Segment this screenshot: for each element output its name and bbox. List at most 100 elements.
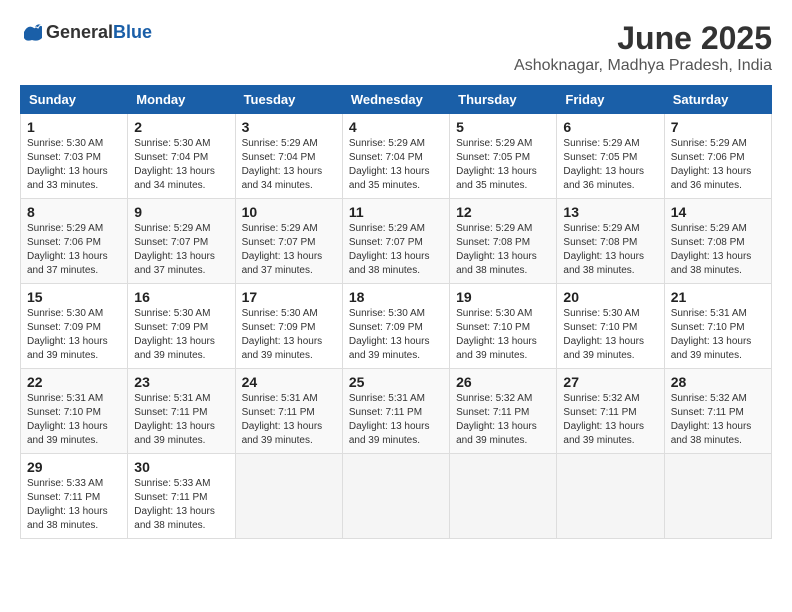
day-number: 19 bbox=[456, 289, 550, 305]
calendar-cell: 28 Sunrise: 5:32 AM Sunset: 7:11 PM Dayli… bbox=[664, 369, 771, 454]
day-info: Sunrise: 5:29 AM Sunset: 7:08 PM Dayligh… bbox=[563, 222, 657, 278]
day-number: 12 bbox=[456, 204, 550, 220]
day-number: 14 bbox=[671, 204, 765, 220]
calendar-week-2: 8 Sunrise: 5:29 AM Sunset: 7:06 PM Daylig… bbox=[21, 199, 772, 284]
logo-general: General bbox=[46, 22, 113, 43]
calendar-cell bbox=[450, 454, 557, 539]
day-number: 23 bbox=[134, 374, 228, 390]
day-info: Sunrise: 5:29 AM Sunset: 7:08 PM Dayligh… bbox=[456, 222, 550, 278]
day-number: 15 bbox=[27, 289, 121, 305]
day-number: 27 bbox=[563, 374, 657, 390]
day-info: Sunrise: 5:33 AM Sunset: 7:11 PM Dayligh… bbox=[27, 477, 121, 533]
day-number: 18 bbox=[349, 289, 443, 305]
calendar-cell: 22Sunrise: 5:31 AM Sunset: 7:10 PM Dayli… bbox=[21, 369, 128, 454]
day-info: Sunrise: 5:29 AM Sunset: 7:05 PM Dayligh… bbox=[456, 137, 550, 193]
calendar-cell: 3Sunrise: 5:29 AM Sunset: 7:04 PM Daylig… bbox=[235, 114, 342, 199]
day-info: Sunrise: 5:29 AM Sunset: 7:06 PM Dayligh… bbox=[27, 222, 121, 278]
calendar-cell: 12 Sunrise: 5:29 AM Sunset: 7:08 PM Dayli… bbox=[450, 199, 557, 284]
day-number: 2 bbox=[134, 119, 228, 135]
calendar-cell: 17 Sunrise: 5:30 AM Sunset: 7:09 PM Dayli… bbox=[235, 284, 342, 369]
day-info: Sunrise: 5:29 AM Sunset: 7:05 PM Dayligh… bbox=[563, 137, 657, 193]
day-number: 5 bbox=[456, 119, 550, 135]
calendar-cell bbox=[664, 454, 771, 539]
day-number: 1 bbox=[27, 119, 121, 135]
day-number: 30 bbox=[134, 459, 228, 475]
day-info: Sunrise: 5:31 AM Sunset: 7:10 PM Dayligh… bbox=[27, 392, 121, 448]
col-thursday: Thursday bbox=[450, 86, 557, 114]
calendar-cell: 19 Sunrise: 5:30 AM Sunset: 7:10 PM Dayli… bbox=[450, 284, 557, 369]
calendar-cell: 4 Sunrise: 5:29 AM Sunset: 7:04 PM Daylig… bbox=[342, 114, 449, 199]
day-info: Sunrise: 5:30 AM Sunset: 7:10 PM Dayligh… bbox=[456, 307, 550, 363]
calendar-table: Sunday Monday Tuesday Wednesday Thursday… bbox=[20, 85, 772, 539]
calendar-cell: 20Sunrise: 5:30 AM Sunset: 7:10 PM Dayli… bbox=[557, 284, 664, 369]
day-info: Sunrise: 5:30 AM Sunset: 7:04 PM Dayligh… bbox=[134, 137, 228, 193]
day-number: 28 bbox=[671, 374, 765, 390]
day-info: Sunrise: 5:31 AM Sunset: 7:11 PM Dayligh… bbox=[349, 392, 443, 448]
calendar-cell: 6 Sunrise: 5:29 AM Sunset: 7:05 PM Daylig… bbox=[557, 114, 664, 199]
calendar-cell: 5 Sunrise: 5:29 AM Sunset: 7:05 PM Daylig… bbox=[450, 114, 557, 199]
day-info: Sunrise: 5:30 AM Sunset: 7:09 PM Dayligh… bbox=[242, 307, 336, 363]
day-info: Sunrise: 5:30 AM Sunset: 7:03 PM Dayligh… bbox=[27, 137, 121, 193]
calendar-cell: 15 Sunrise: 5:30 AM Sunset: 7:09 PM Dayli… bbox=[21, 284, 128, 369]
day-info: Sunrise: 5:32 AM Sunset: 7:11 PM Dayligh… bbox=[671, 392, 765, 448]
day-number: 11 bbox=[349, 204, 443, 220]
calendar-week-3: 15 Sunrise: 5:30 AM Sunset: 7:09 PM Dayli… bbox=[21, 284, 772, 369]
day-info: Sunrise: 5:31 AM Sunset: 7:10 PM Dayligh… bbox=[671, 307, 765, 363]
day-number: 4 bbox=[349, 119, 443, 135]
col-monday: Monday bbox=[128, 86, 235, 114]
calendar-cell: 2 Sunrise: 5:30 AM Sunset: 7:04 PM Daylig… bbox=[128, 114, 235, 199]
day-info: Sunrise: 5:29 AM Sunset: 7:04 PM Dayligh… bbox=[242, 137, 336, 193]
day-number: 29 bbox=[27, 459, 121, 475]
calendar-cell: 26Sunrise: 5:32 AM Sunset: 7:11 PM Dayli… bbox=[450, 369, 557, 454]
calendar-header-row: Sunday Monday Tuesday Wednesday Thursday… bbox=[21, 86, 772, 114]
day-number: 21 bbox=[671, 289, 765, 305]
day-info: Sunrise: 5:31 AM Sunset: 7:11 PM Dayligh… bbox=[242, 392, 336, 448]
day-info: Sunrise: 5:29 AM Sunset: 7:08 PM Dayligh… bbox=[671, 222, 765, 278]
calendar-cell bbox=[557, 454, 664, 539]
day-info: Sunrise: 5:29 AM Sunset: 7:04 PM Dayligh… bbox=[349, 137, 443, 193]
calendar-cell: 7Sunrise: 5:29 AM Sunset: 7:06 PM Daylig… bbox=[664, 114, 771, 199]
day-info: Sunrise: 5:33 AM Sunset: 7:11 PM Dayligh… bbox=[134, 477, 228, 533]
calendar-cell bbox=[235, 454, 342, 539]
calendar-cell: 29 Sunrise: 5:33 AM Sunset: 7:11 PM Dayli… bbox=[21, 454, 128, 539]
calendar-cell: 9Sunrise: 5:29 AM Sunset: 7:07 PM Daylig… bbox=[128, 199, 235, 284]
day-number: 20 bbox=[563, 289, 657, 305]
calendar-cell: 25Sunrise: 5:31 AM Sunset: 7:11 PM Dayli… bbox=[342, 369, 449, 454]
day-number: 16 bbox=[134, 289, 228, 305]
day-number: 6 bbox=[563, 119, 657, 135]
page-header: GeneralBlue June 2025 Ashoknagar, Madhya… bbox=[20, 20, 772, 75]
logo-blue: Blue bbox=[113, 22, 152, 43]
col-saturday: Saturday bbox=[664, 86, 771, 114]
calendar-week-4: 22Sunrise: 5:31 AM Sunset: 7:10 PM Dayli… bbox=[21, 369, 772, 454]
day-info: Sunrise: 5:29 AM Sunset: 7:07 PM Dayligh… bbox=[349, 222, 443, 278]
day-info: Sunrise: 5:29 AM Sunset: 7:07 PM Dayligh… bbox=[242, 222, 336, 278]
calendar-cell: 30 Sunrise: 5:33 AM Sunset: 7:11 PM Dayli… bbox=[128, 454, 235, 539]
calendar-cell: 23 Sunrise: 5:31 AM Sunset: 7:11 PM Dayli… bbox=[128, 369, 235, 454]
day-number: 8 bbox=[27, 204, 121, 220]
day-number: 13 bbox=[563, 204, 657, 220]
day-number: 10 bbox=[242, 204, 336, 220]
day-info: Sunrise: 5:32 AM Sunset: 7:11 PM Dayligh… bbox=[563, 392, 657, 448]
calendar-cell: 11 Sunrise: 5:29 AM Sunset: 7:07 PM Dayli… bbox=[342, 199, 449, 284]
logo: GeneralBlue bbox=[20, 20, 152, 44]
logo-icon bbox=[20, 20, 44, 44]
month-title: June 2025 bbox=[514, 20, 772, 57]
title-area: June 2025 Ashoknagar, Madhya Pradesh, In… bbox=[514, 20, 772, 75]
calendar-cell: 24 Sunrise: 5:31 AM Sunset: 7:11 PM Dayli… bbox=[235, 369, 342, 454]
calendar-cell: 14 Sunrise: 5:29 AM Sunset: 7:08 PM Dayli… bbox=[664, 199, 771, 284]
day-info: Sunrise: 5:31 AM Sunset: 7:11 PM Dayligh… bbox=[134, 392, 228, 448]
day-number: 24 bbox=[242, 374, 336, 390]
day-info: Sunrise: 5:30 AM Sunset: 7:09 PM Dayligh… bbox=[27, 307, 121, 363]
day-number: 17 bbox=[242, 289, 336, 305]
calendar-cell: 1 Sunrise: 5:30 AM Sunset: 7:03 PM Daylig… bbox=[21, 114, 128, 199]
day-number: 9 bbox=[134, 204, 228, 220]
calendar-week-1: 1 Sunrise: 5:30 AM Sunset: 7:03 PM Daylig… bbox=[21, 114, 772, 199]
calendar-cell: 8 Sunrise: 5:29 AM Sunset: 7:06 PM Daylig… bbox=[21, 199, 128, 284]
calendar-week-5: 29 Sunrise: 5:33 AM Sunset: 7:11 PM Dayli… bbox=[21, 454, 772, 539]
col-friday: Friday bbox=[557, 86, 664, 114]
calendar-cell: 27 Sunrise: 5:32 AM Sunset: 7:11 PM Dayli… bbox=[557, 369, 664, 454]
col-sunday: Sunday bbox=[21, 86, 128, 114]
day-info: Sunrise: 5:30 AM Sunset: 7:09 PM Dayligh… bbox=[134, 307, 228, 363]
col-wednesday: Wednesday bbox=[342, 86, 449, 114]
calendar-cell: 10 Sunrise: 5:29 AM Sunset: 7:07 PM Dayli… bbox=[235, 199, 342, 284]
